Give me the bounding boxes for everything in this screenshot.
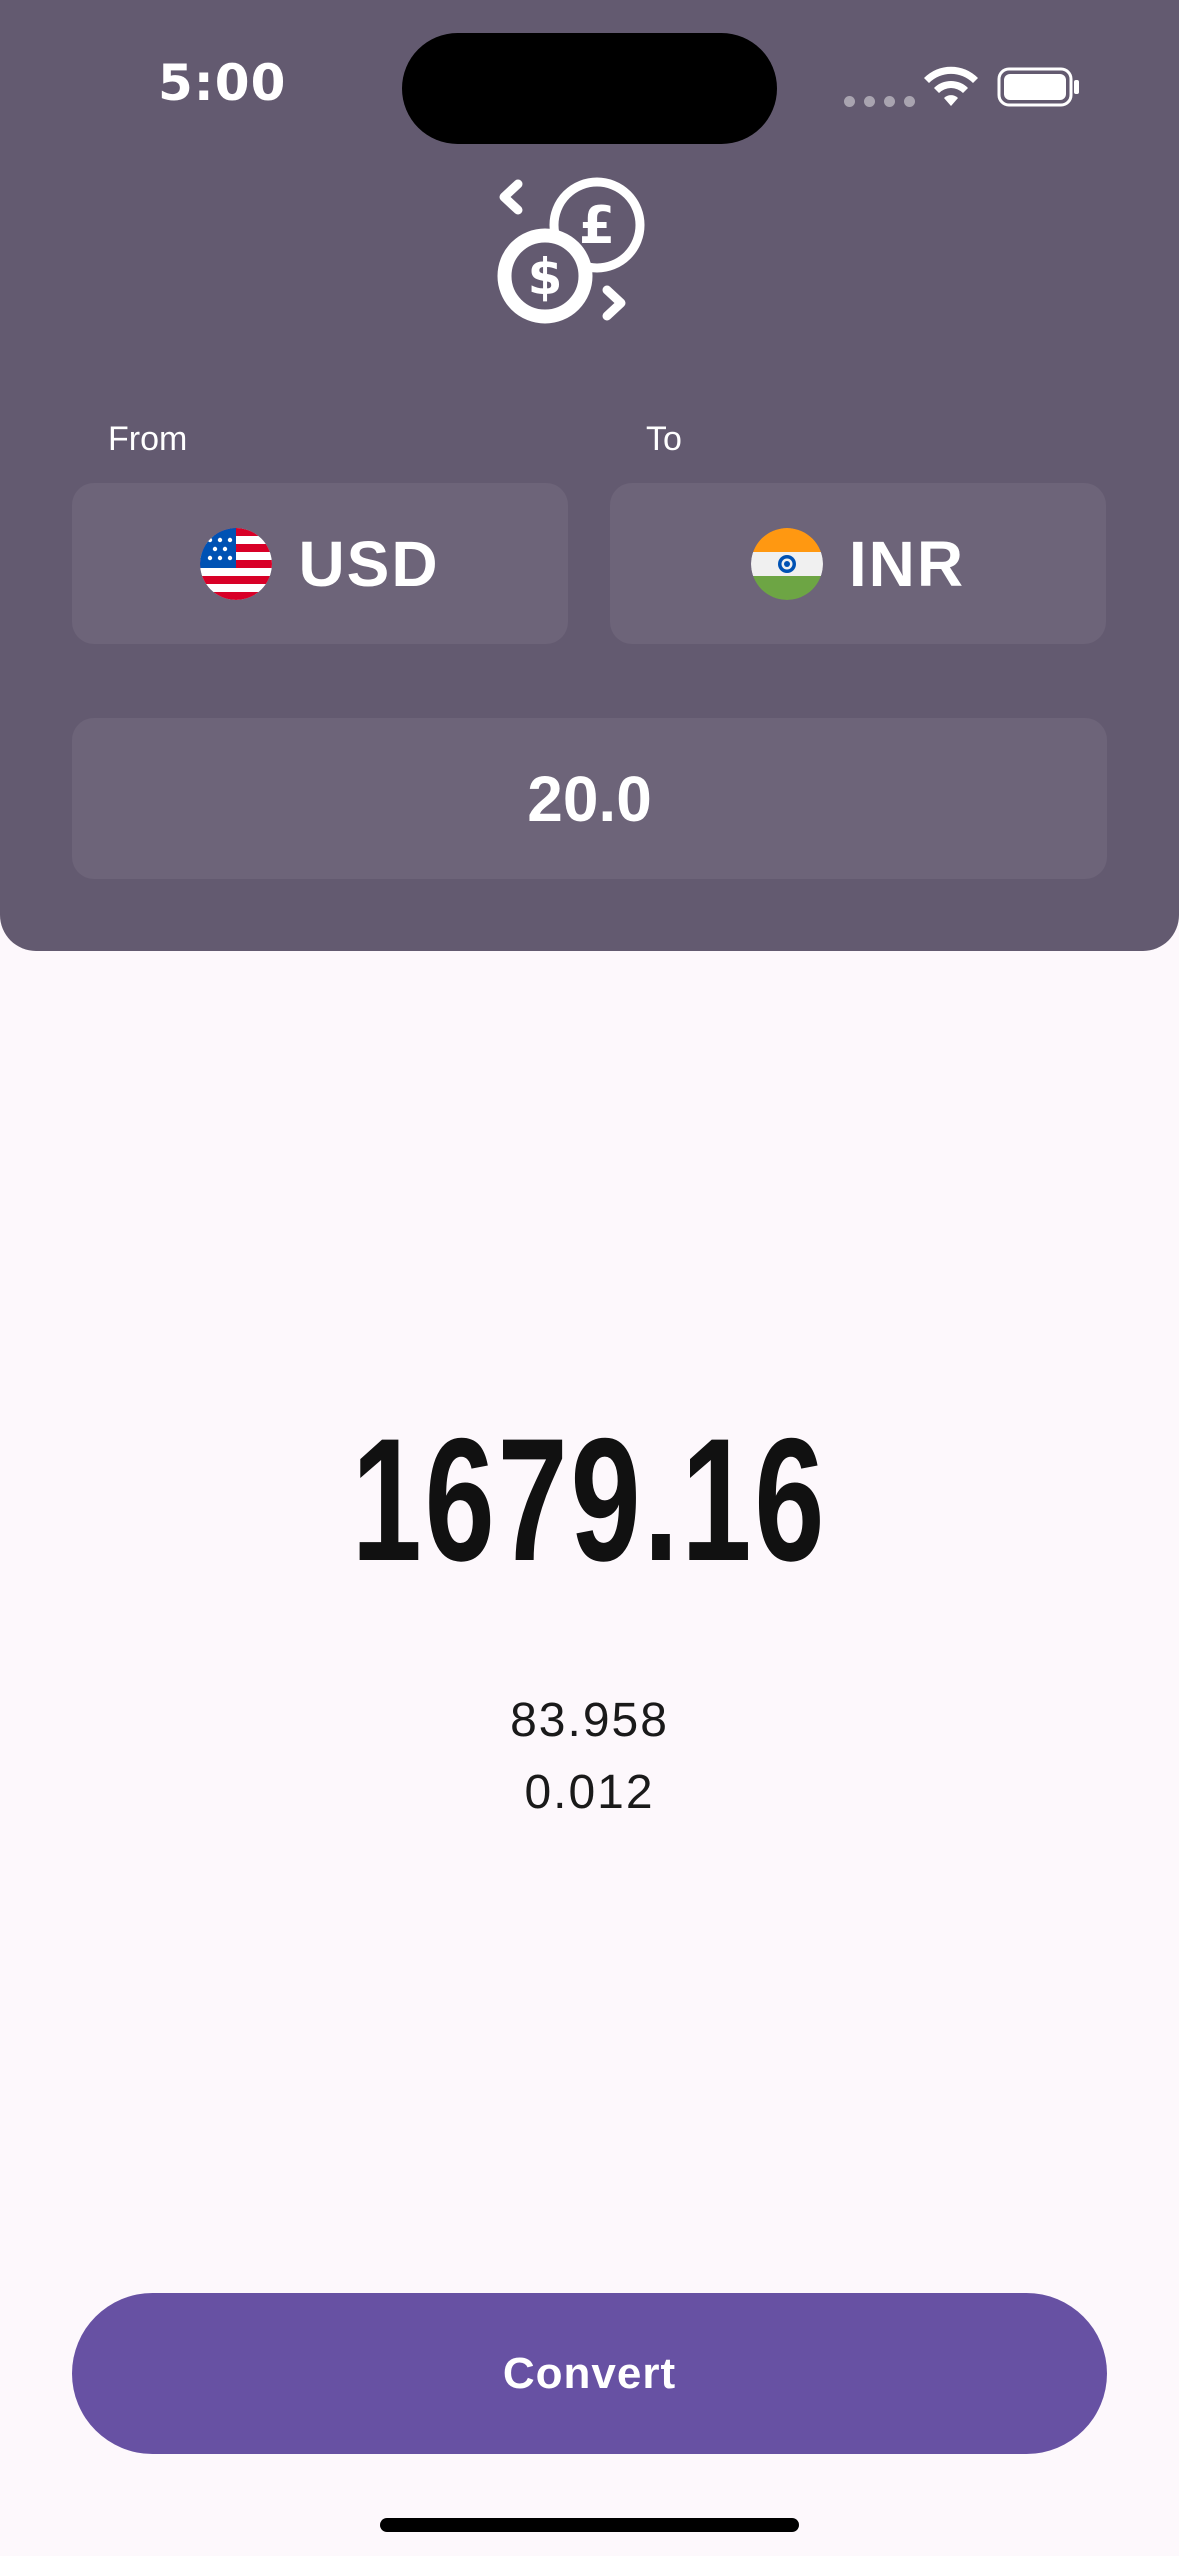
svg-text:$: $ xyxy=(528,248,563,306)
exchange-rate-reverse: 0.012 xyxy=(524,1766,655,1819)
to-currency-selector[interactable]: INR xyxy=(610,483,1106,644)
convert-button[interactable]: Convert xyxy=(72,2293,1107,2454)
exchange-rate-forward: 83.958 xyxy=(510,1694,669,1747)
home-indicator[interactable] xyxy=(380,2518,799,2532)
currency-exchange-icon: £ $ xyxy=(497,177,645,324)
us-flag-icon xyxy=(200,527,273,600)
to-currency-code: INR xyxy=(848,527,966,600)
status-time: 5:00 xyxy=(158,54,287,112)
dynamic-island xyxy=(402,33,777,144)
converter-screen: 5:00 £ $ From To USD INR 20.0 1679.16 83… xyxy=(0,0,1179,2556)
converted-amount: 1679.16 xyxy=(351,1403,828,1598)
amount-input[interactable] xyxy=(72,718,1107,879)
from-currency-selector[interactable]: USD xyxy=(72,483,568,644)
from-label: From xyxy=(108,420,188,458)
svg-text:£: £ xyxy=(579,196,615,256)
india-flag-icon xyxy=(750,527,823,600)
cellular-dots-icon xyxy=(844,96,915,107)
battery-icon xyxy=(997,67,1079,107)
to-label: To xyxy=(646,420,682,458)
converter-panel: 5:00 £ $ From To USD INR 20.0 xyxy=(0,0,1179,951)
wifi-icon xyxy=(924,66,978,106)
from-currency-code: USD xyxy=(298,527,440,600)
